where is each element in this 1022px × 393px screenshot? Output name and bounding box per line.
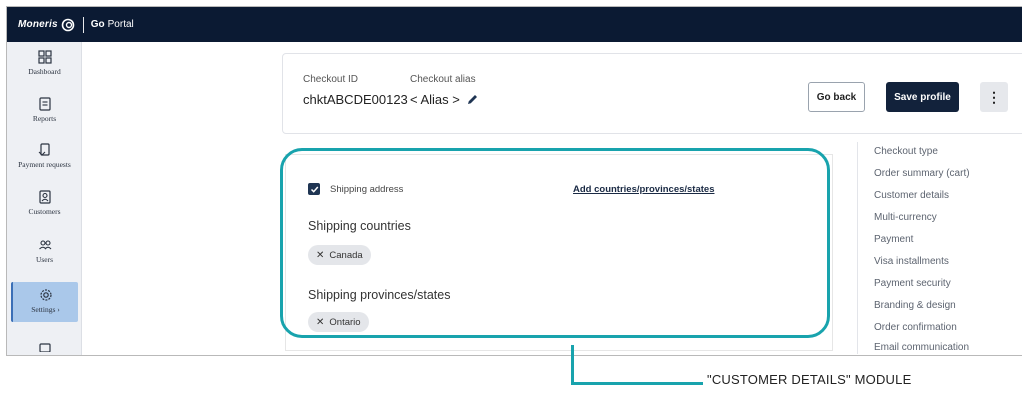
dashboard-icon [37, 50, 52, 64]
checkout-alias[interactable]: < Alias > [410, 92, 479, 107]
sidebar-item-reports[interactable]: Reports [11, 97, 78, 123]
sidebar-item-label: Users [35, 255, 54, 264]
section-link-branding-design[interactable]: Branding & design [874, 300, 956, 311]
checkout-alias-value: < Alias > [410, 92, 460, 107]
payment-requests-icon [38, 143, 50, 156]
sidebar-item-label: Customers [28, 207, 61, 216]
brand-portal: Portal [107, 19, 134, 30]
section-link-visa-installments[interactable]: Visa installments [874, 256, 949, 267]
sidebar-item-label: Dashboard [28, 67, 61, 76]
customers-icon [38, 190, 51, 204]
section-link-multi-currency[interactable]: Multi-currency [874, 212, 937, 223]
section-link-payment-security[interactable]: Payment security [874, 278, 951, 289]
users-icon [38, 240, 51, 250]
right-section-nav: Checkout type Order summary (cart) Custo… [857, 142, 1018, 354]
callout-label: "CUSTOMER DETAILS" MODULE [707, 372, 912, 387]
sidebar-item-users[interactable]: Users [11, 238, 78, 264]
sidebar-item-more[interactable] [11, 342, 78, 352]
section-link-customer-details[interactable]: Customer details [874, 190, 949, 201]
page-icon [38, 343, 51, 352]
brand-go: Go [90, 19, 105, 30]
moneris-logo-icon [61, 18, 75, 31]
sidebar-item-label: Settings › [31, 305, 60, 314]
brand-logo[interactable]: Moneris Go Portal [7, 16, 134, 33]
section-link-payment[interactable]: Payment [874, 234, 913, 245]
save-profile-button[interactable]: Save profile [886, 82, 959, 112]
section-link-email-communication[interactable]: Email communication [874, 342, 969, 353]
checkout-alias-label: Checkout alias [410, 74, 476, 85]
sidebar-item-payment-requests[interactable]: Payment requests [11, 143, 78, 169]
callout-connector-horizontal [571, 382, 703, 385]
section-link-order-summary[interactable]: Order summary (cart) [874, 168, 970, 179]
module-highlight-outline [280, 148, 830, 338]
more-options-button[interactable]: ⋮ [980, 82, 1008, 112]
sidebar-item-dashboard[interactable]: Dashboard [11, 50, 78, 76]
checkout-id-value: chktABCDE00123 [303, 92, 408, 107]
sidebar: Dashboard Reports Payment requests Custo… [7, 42, 82, 355]
pencil-icon[interactable] [466, 93, 479, 106]
sidebar-item-label: Payment requests [18, 160, 71, 169]
section-link-checkout-type[interactable]: Checkout type [874, 146, 938, 157]
checkout-id-label: Checkout ID [303, 74, 359, 85]
section-link-order-confirmation[interactable]: Order confirmation [874, 322, 957, 333]
reports-icon [38, 97, 51, 111]
sidebar-item-customers[interactable]: Customers [11, 190, 78, 216]
top-bar: Moneris Go Portal [7, 7, 1022, 42]
go-back-button[interactable]: Go back [808, 82, 865, 112]
callout-connector-vertical [571, 345, 574, 384]
brand-name: Moneris [18, 19, 58, 30]
brand-divider [82, 16, 84, 33]
gear-icon [39, 289, 52, 301]
checkout-header: Checkout ID chktABCDE00123 Checkout alia… [282, 53, 1022, 134]
sidebar-item-label: Reports [32, 114, 57, 123]
sidebar-item-settings[interactable]: Settings › [11, 282, 78, 322]
